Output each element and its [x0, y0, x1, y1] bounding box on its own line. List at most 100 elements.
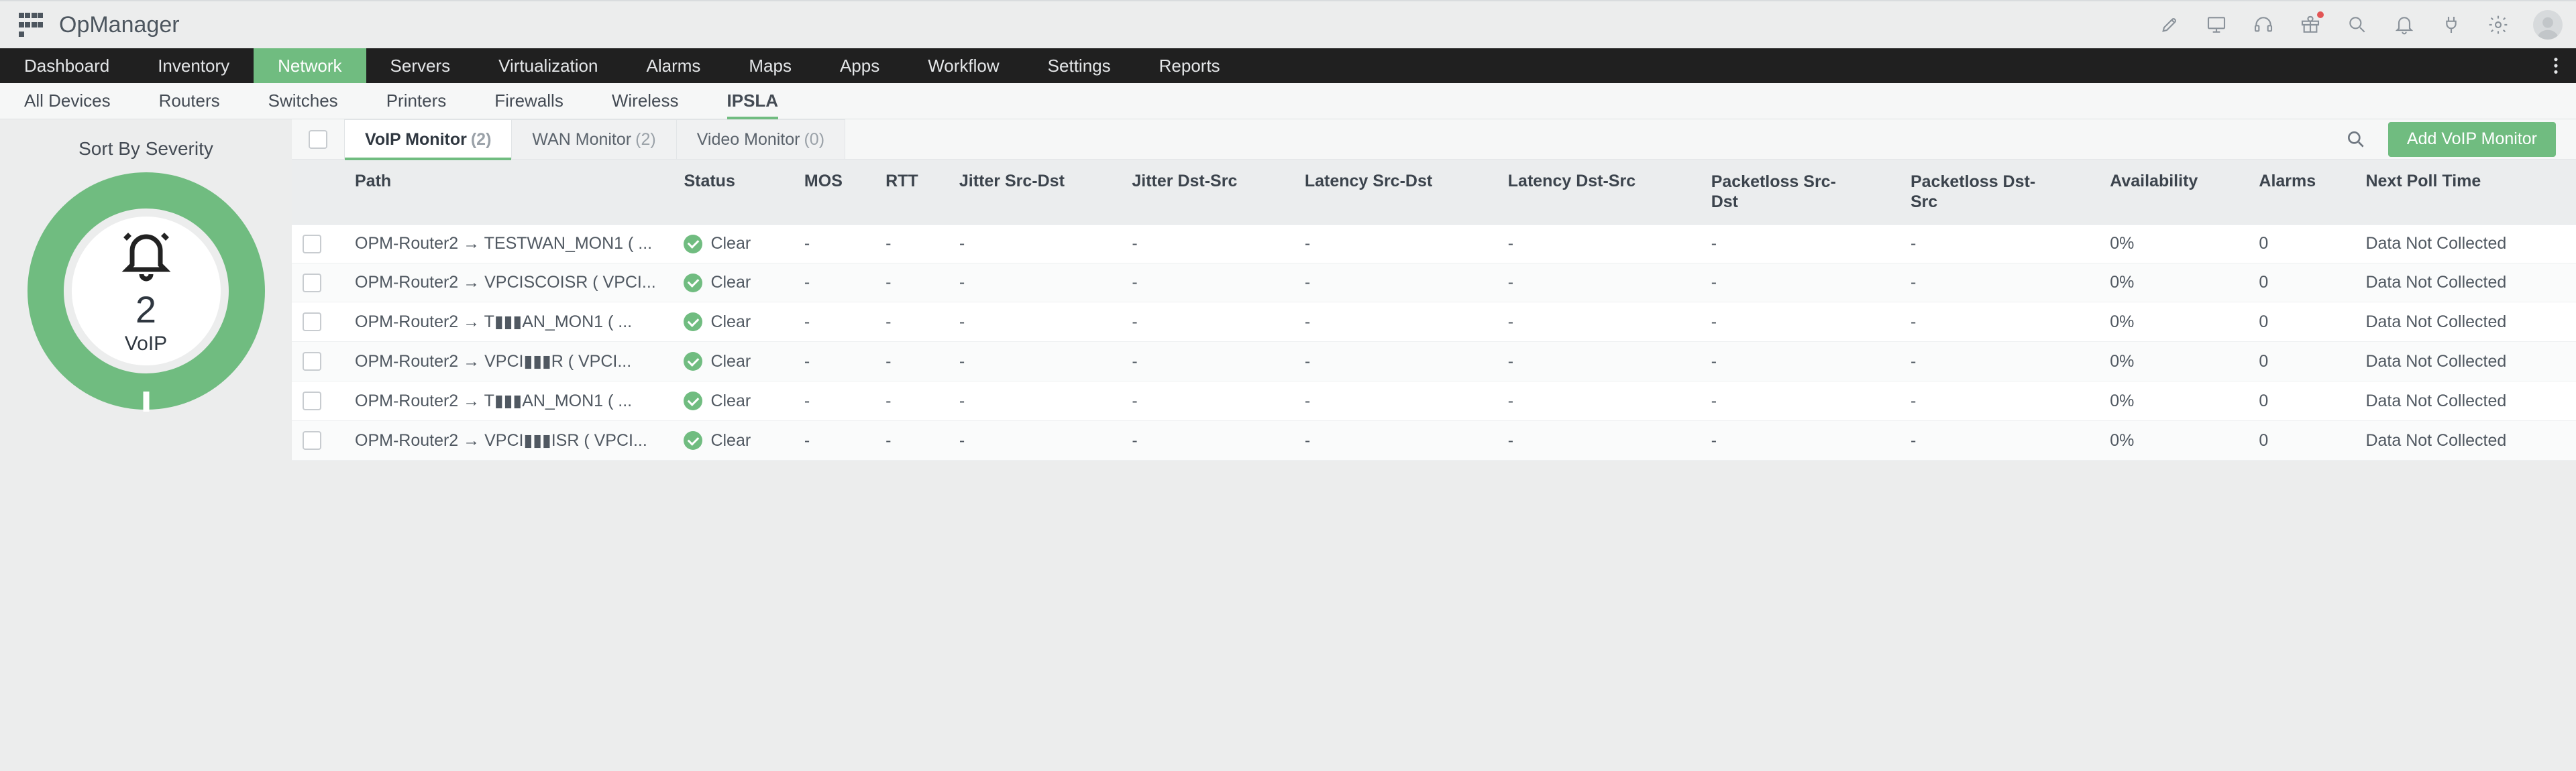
- cell-rtt: -: [875, 302, 949, 342]
- cell-path: OPM-Router2 → VPCI▮▮▮R ( VPCI...: [344, 342, 673, 381]
- cell-lds: -: [1497, 342, 1701, 381]
- col-latency-dst-src[interactable]: Latency Dst-Src: [1497, 160, 1701, 225]
- subnav-item-ipsla[interactable]: IPSLA: [703, 83, 803, 119]
- search-icon[interactable]: [2345, 13, 2369, 37]
- cell-lsd: -: [1294, 225, 1497, 263]
- col-rtt[interactable]: RTT: [875, 160, 949, 225]
- table-row[interactable]: OPM-Router2 → VPCI▮▮▮R ( VPCI...Clear---…: [292, 342, 2576, 381]
- cell-jds: -: [1121, 225, 1293, 263]
- cell-psd: -: [1701, 225, 1900, 263]
- row-checkbox[interactable]: [303, 431, 321, 450]
- col-packetloss-src-dst[interactable]: Packetloss Src-Dst: [1701, 160, 1900, 225]
- cell-avail: 0%: [2099, 421, 2248, 461]
- nav-item-reports[interactable]: Reports: [1135, 48, 1244, 83]
- table-search-icon[interactable]: [2341, 125, 2371, 154]
- gear-icon[interactable]: [2486, 13, 2510, 37]
- plug-icon[interactable]: [2439, 13, 2463, 37]
- headset-icon[interactable]: [2251, 13, 2275, 37]
- tab-label: VoIP Monitor: [365, 130, 467, 150]
- row-checkbox[interactable]: [303, 352, 321, 371]
- subnav-item-wireless[interactable]: Wireless: [588, 83, 703, 119]
- tab-voip-monitor[interactable]: VoIP Monitor (2): [344, 119, 512, 159]
- topbar-actions: [2157, 10, 2563, 40]
- cell-rtt: -: [875, 225, 949, 263]
- cell-jds: -: [1121, 421, 1293, 461]
- cell-path: OPM-Router2 → VPCISCOISR ( VPCI...: [344, 263, 673, 302]
- cell-alarms: 0: [2248, 302, 2355, 342]
- alarm-bell-icon: [118, 227, 174, 287]
- nav-item-dashboard[interactable]: Dashboard: [0, 48, 133, 83]
- user-avatar[interactable]: [2533, 10, 2563, 40]
- table-row[interactable]: OPM-Router2 → T▮▮▮AN_MON1 ( ...Clear----…: [292, 381, 2576, 421]
- severity-donut[interactable]: 2 VoIP: [25, 170, 267, 412]
- col-packetloss-dst-src[interactable]: Packetloss Dst-Src: [1900, 160, 2099, 225]
- cell-status: Clear: [673, 381, 793, 421]
- tab-count: (2): [635, 130, 656, 150]
- cell-avail: 0%: [2099, 381, 2248, 421]
- cell-pds: -: [1900, 225, 2099, 263]
- cell-next: Data Not Collected: [2355, 381, 2576, 421]
- nav-item-settings[interactable]: Settings: [1024, 48, 1135, 83]
- select-all-checkbox[interactable]: [309, 130, 327, 149]
- nav-overflow-icon[interactable]: [2536, 48, 2576, 83]
- col-alarms[interactable]: Alarms: [2248, 160, 2355, 225]
- table-row[interactable]: OPM-Router2 → VPCI▮▮▮ISR ( VPCI...Clear-…: [292, 421, 2576, 461]
- status-clear-icon: [684, 274, 702, 292]
- cell-lds: -: [1497, 421, 1701, 461]
- col-jitter-dst-src[interactable]: Jitter Dst-Src: [1121, 160, 1293, 225]
- cell-next: Data Not Collected: [2355, 263, 2576, 302]
- tab-label: WAN Monitor: [532, 130, 631, 150]
- nav-item-network[interactable]: Network: [254, 48, 366, 83]
- col-status[interactable]: Status: [673, 160, 793, 225]
- tab-video-monitor[interactable]: Video Monitor (0): [676, 119, 845, 159]
- cell-jsd: -: [949, 225, 1121, 263]
- subnav-item-firewalls[interactable]: Firewalls: [470, 83, 588, 119]
- nav-item-virtualization[interactable]: Virtualization: [474, 48, 622, 83]
- bell-icon[interactable]: [2392, 13, 2416, 37]
- row-checkbox[interactable]: [303, 312, 321, 331]
- subnav-item-switches[interactable]: Switches: [244, 83, 362, 119]
- subnav-item-printers[interactable]: Printers: [362, 83, 471, 119]
- monitor-table: PathStatusMOSRTTJitter Src-DstJitter Dst…: [292, 160, 2576, 461]
- nav-item-alarms[interactable]: Alarms: [622, 48, 724, 83]
- gift-icon[interactable]: [2298, 13, 2322, 37]
- col-jitter-src-dst[interactable]: Jitter Src-Dst: [949, 160, 1121, 225]
- cell-psd: -: [1701, 342, 1900, 381]
- row-checkbox[interactable]: [303, 235, 321, 253]
- col-latency-src-dst[interactable]: Latency Src-Dst: [1294, 160, 1497, 225]
- cell-path: OPM-Router2 → T▮▮▮AN_MON1 ( ...: [344, 381, 673, 421]
- col-path[interactable]: Path: [344, 160, 673, 225]
- nav-item-maps[interactable]: Maps: [724, 48, 816, 83]
- col-availability[interactable]: Availability: [2099, 160, 2248, 225]
- cell-status: Clear: [673, 225, 793, 263]
- table-row[interactable]: OPM-Router2 → VPCISCOISR ( VPCI...Clear-…: [292, 263, 2576, 302]
- col-next-poll-time[interactable]: Next Poll Time: [2355, 160, 2576, 225]
- nav-item-servers[interactable]: Servers: [366, 48, 475, 83]
- table-row[interactable]: OPM-Router2 → TESTWAN_MON1 ( ...Clear---…: [292, 225, 2576, 263]
- table-row[interactable]: OPM-Router2 → T▮▮▮AN_MON1 ( ...Clear----…: [292, 302, 2576, 342]
- status-text: Clear: [710, 312, 751, 332]
- presentation-icon[interactable]: [2204, 13, 2229, 37]
- apps-launcher-icon[interactable]: [19, 13, 43, 37]
- status-text: Clear: [710, 234, 751, 253]
- col-mos[interactable]: MOS: [794, 160, 875, 225]
- status-text: Clear: [710, 352, 751, 371]
- nav-item-workflow[interactable]: Workflow: [904, 48, 1023, 83]
- cell-psd: -: [1701, 302, 1900, 342]
- rocket-icon[interactable]: [2157, 13, 2182, 37]
- tab-wan-monitor[interactable]: WAN Monitor (2): [511, 119, 676, 159]
- cell-next: Data Not Collected: [2355, 302, 2576, 342]
- tab-label: Video Monitor: [697, 130, 800, 150]
- status-clear-icon: [684, 392, 702, 410]
- cell-mos: -: [794, 421, 875, 461]
- subnav-item-all-devices[interactable]: All Devices: [0, 83, 135, 119]
- nav-item-inventory[interactable]: Inventory: [133, 48, 254, 83]
- cell-avail: 0%: [2099, 225, 2248, 263]
- row-checkbox[interactable]: [303, 392, 321, 410]
- cell-status: Clear: [673, 342, 793, 381]
- subnav-item-routers[interactable]: Routers: [135, 83, 244, 119]
- row-checkbox[interactable]: [303, 274, 321, 292]
- cell-psd: -: [1701, 421, 1900, 461]
- add-voip-monitor-button[interactable]: Add VoIP Monitor: [2388, 122, 2556, 157]
- nav-item-apps[interactable]: Apps: [816, 48, 904, 83]
